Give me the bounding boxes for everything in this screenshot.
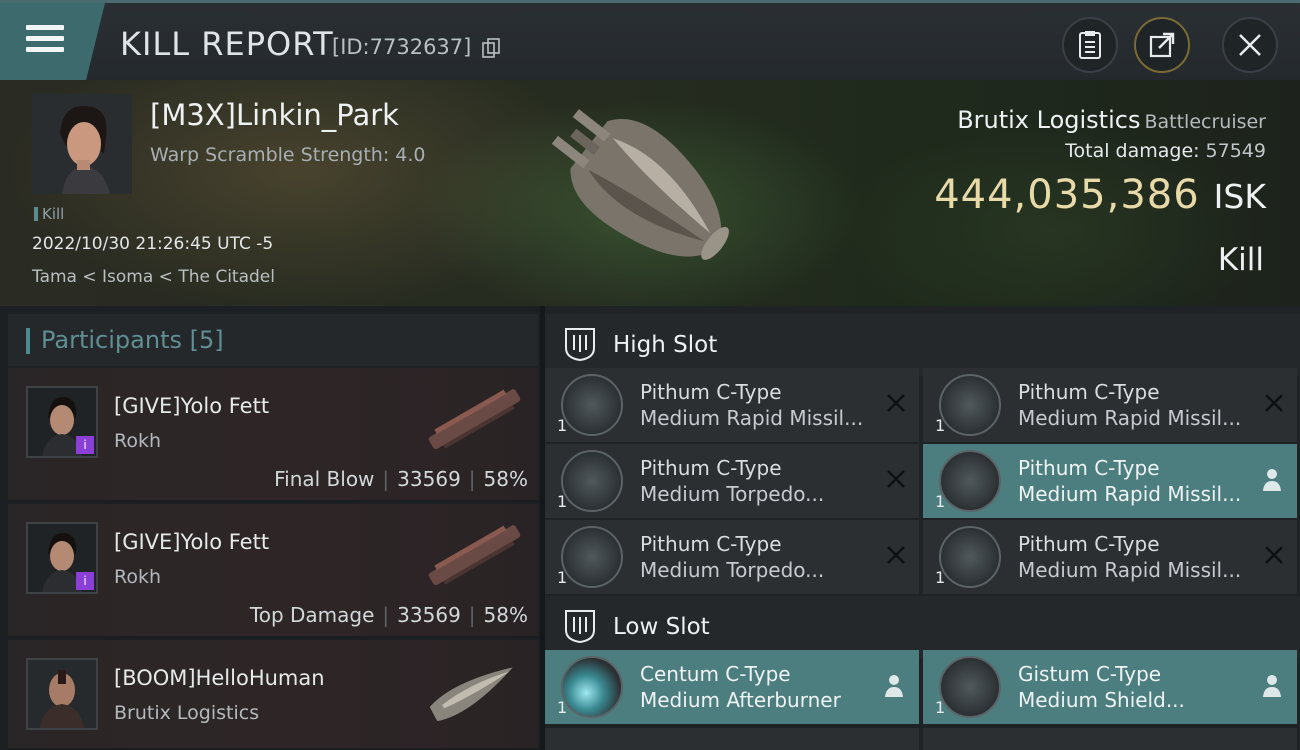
high-slot-item[interactable]: 1 Pithum C-Type Medium Torpedo... (545, 444, 919, 518)
destroyed-icon (887, 394, 905, 412)
participant-stats: Top Damage | 33569 | 58% (249, 603, 528, 627)
participant-ship-icon (428, 525, 521, 586)
clipboard-icon (1079, 31, 1101, 59)
low-slot-header: Low Slot (545, 596, 1300, 658)
dropped-person-icon (885, 675, 903, 697)
kill-location[interactable]: Tama < Isoma < The Citadel (32, 267, 275, 287)
kill-summary-banner: [M3X]Linkin_Park Warp Scramble Strength:… (0, 80, 1300, 306)
isk-value: 444,035,386 ISK (934, 172, 1266, 218)
report-id: [ID:7732637] (332, 35, 472, 59)
high-slot-item[interactable]: 1 Pithum C-Type Medium Rapid Missil... (923, 368, 1297, 442)
shield-module-icon (939, 656, 1001, 718)
result-label: Kill (1217, 242, 1264, 278)
page-title: KILL REPORT (120, 25, 334, 63)
missile-launcher-icon (939, 374, 1001, 436)
participants-panel: Participants [5] i [GIVE]Yolo Fett Rokh … (0, 306, 540, 750)
close-button[interactable] (1222, 17, 1278, 73)
low-slot-icon (565, 610, 595, 644)
participant-row[interactable]: i [GIVE]Yolo Fett Rokh Top Damage | 33569 |… (8, 504, 538, 638)
participant-name: [GIVE]Yolo Fett (114, 530, 270, 554)
high-slot-item[interactable]: 1 Pithum C-Type Medium Rapid Missil... (923, 444, 1297, 518)
missile-launcher-icon (939, 450, 1001, 512)
warp-scramble-strength: Warp Scramble Strength: 4.0 (150, 144, 426, 166)
high-slot-header: High Slot (545, 314, 1300, 376)
high-slot-item[interactable]: 1 Pithum C-Type Medium Rapid Missil... (923, 520, 1297, 594)
dropped-person-icon (1263, 469, 1281, 491)
total-damage: Total damage: 57549 (1065, 140, 1266, 162)
dropped-person-icon (1263, 675, 1281, 697)
victim-portrait[interactable] (32, 94, 132, 194)
close-icon (1239, 34, 1261, 56)
low-slot-item[interactable]: 1 Gistum C-Type Medium Shield... (923, 650, 1297, 724)
participant-ship-icon (428, 389, 521, 450)
top-bar: KILL REPORT [ID:7732637] (0, 0, 1300, 80)
participant-avatar: i (26, 386, 98, 458)
missile-launcher-icon (939, 526, 1001, 588)
participant-ship: Rokh (114, 566, 162, 588)
share-button[interactable] (1134, 17, 1190, 73)
torpedo-launcher-icon (561, 450, 623, 512)
participant-ship: Brutix Logistics (114, 702, 260, 724)
high-slot-item[interactable]: 1 Pithum C-Type Medium Rapid Missil... (545, 368, 919, 442)
high-slot-icon (565, 328, 595, 362)
participants-header: Participants [5] (8, 314, 538, 366)
low-slot-item[interactable] (923, 728, 1297, 750)
participant-row[interactable]: [BOOM]HelloHuman Brutix Logistics (8, 640, 538, 750)
kill-tag: Kill (34, 205, 64, 223)
destroyed-icon (887, 546, 905, 564)
menu-button[interactable] (0, 3, 105, 80)
victim-name[interactable]: [M3X]Linkin_Park (150, 98, 399, 132)
destroyed-icon (1265, 394, 1283, 412)
destroyed-icon (1265, 546, 1283, 564)
kill-datetime: 2022/10/30 21:26:45 UTC -5 (32, 234, 274, 254)
participant-ship: Rokh (114, 430, 162, 452)
pilot-portrait-icon (32, 94, 132, 194)
victim-ship-icon[interactable] (530, 90, 760, 300)
fitting-panel: High Slot 1 Pithum C-Type Medium Rapid M… (545, 306, 1300, 750)
high-slot-item[interactable]: 1 Pithum C-Type Medium Torpedo... (545, 520, 919, 594)
missile-launcher-icon (561, 374, 623, 436)
participant-name: [GIVE]Yolo Fett (114, 394, 270, 418)
corp-badge-icon: i (76, 572, 94, 590)
participant-ship-icon (429, 667, 513, 722)
participant-avatar (26, 658, 98, 730)
corp-badge-icon: i (76, 436, 94, 454)
afterburner-icon (561, 656, 623, 718)
participant-stats: Final Blow | 33569 | 58% (274, 467, 528, 491)
victim-ship-name[interactable]: Brutix Logistics Battlecruiser (957, 106, 1266, 134)
destroyed-icon (887, 470, 905, 488)
low-slot-item[interactable]: 1 Centum C-Type Medium Afterburner (545, 650, 919, 724)
torpedo-launcher-icon (561, 526, 623, 588)
low-slot-item[interactable] (545, 728, 919, 750)
participant-name: [BOOM]HelloHuman (114, 666, 325, 690)
participant-avatar: i (26, 522, 98, 594)
hamburger-menu-icon (26, 25, 64, 55)
copy-icon[interactable] (482, 38, 500, 58)
clipboard-button[interactable] (1062, 17, 1118, 73)
participant-row[interactable]: i [GIVE]Yolo Fett Rokh Final Blow | 33569 |… (8, 368, 538, 502)
share-icon (1149, 32, 1175, 58)
